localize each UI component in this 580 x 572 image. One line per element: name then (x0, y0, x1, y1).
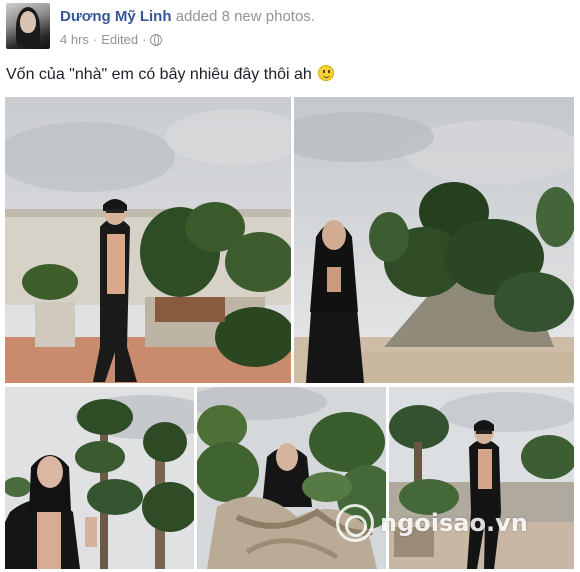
photo-3[interactable] (5, 387, 194, 569)
status-text: Vốn của "nhà" em có bây nhiêu đây thôi a… (6, 66, 312, 83)
post-header: Dương Mỹ Linh added 8 new photos. 4 hrs … (0, 0, 580, 56)
avatar[interactable] (6, 3, 50, 49)
post-meta: 4 hrs · Edited · (60, 32, 163, 47)
author-name-link[interactable]: Dương Mỹ Linh (60, 8, 172, 25)
meta-separator-2: · (142, 32, 147, 47)
photo-2[interactable] (294, 97, 574, 383)
edited-link[interactable]: Edited (101, 32, 138, 47)
post-status: Vốn của "nhà" em có bây nhiêu đây thôi a… (6, 65, 335, 84)
post-action-text: added 8 new photos. (175, 8, 315, 25)
smiley-icon (318, 65, 335, 81)
post-timestamp[interactable]: 4 hrs (60, 32, 89, 47)
globe-icon[interactable] (150, 33, 163, 46)
meta-separator: · (92, 32, 98, 47)
photo-5[interactable] (389, 387, 574, 569)
post-title-line: Dương Mỹ Linh added 8 new photos. (60, 8, 315, 25)
photo-4[interactable] (197, 387, 386, 569)
photo-1[interactable] (5, 97, 291, 383)
